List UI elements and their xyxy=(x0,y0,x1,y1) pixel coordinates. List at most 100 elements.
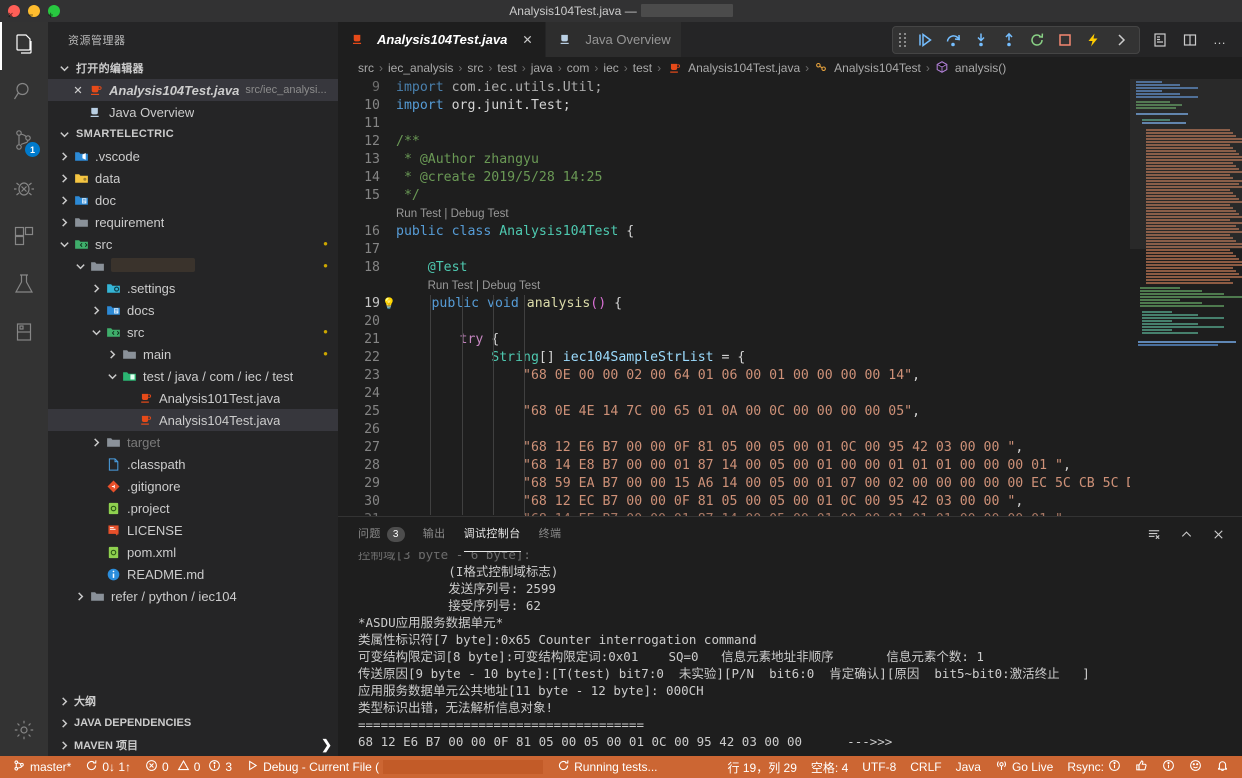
minimap-slider[interactable] xyxy=(1130,79,1242,249)
status-bar-right[interactable]: 行 19，列 29 空格: 4 UTF-8 CRLF Java Go Live … xyxy=(721,756,1236,778)
status-problems[interactable]: 0 0 3 xyxy=(138,756,239,778)
tree-file-item[interactable]: README.md xyxy=(48,563,338,585)
status-debug-target[interactable]: Debug - Current File ( xyxy=(239,756,550,778)
tree-folder-item[interactable]: main ● xyxy=(48,343,338,365)
code-lens[interactable]: Run Test | Debug Test xyxy=(338,205,1130,223)
close-panel-icon[interactable] xyxy=(1204,521,1232,549)
code-line[interactable]: 24 xyxy=(338,385,1130,403)
tree-file-item[interactable]: pom.xml xyxy=(48,541,338,563)
clear-console-icon[interactable] xyxy=(1140,521,1168,549)
minimap[interactable] xyxy=(1130,79,1242,516)
code-lens[interactable]: Run Test | Debug Test xyxy=(338,277,1130,295)
debug-test-link[interactable]: Debug Test xyxy=(482,280,540,292)
tree-file-item[interactable]: Analysis104Test.java xyxy=(48,409,338,431)
status-branch[interactable]: master* xyxy=(6,756,78,778)
status-go-live[interactable]: Go Live xyxy=(988,756,1060,778)
step-over-icon[interactable] xyxy=(941,28,965,52)
tree-folder-item[interactable]: src ● xyxy=(48,233,338,255)
status-bar[interactable]: master* 0↓ 1↑ 0 0 3 Debug - Current File… xyxy=(0,756,1242,778)
breadcrumb[interactable]: src › iec_analysis › src › test › java › com › iec › t… xyxy=(338,57,1242,79)
tree-folder-item[interactable]: refer / python / iec104 xyxy=(48,585,338,607)
open-editor-java-overview[interactable]: Java Overview xyxy=(48,101,338,123)
open-editor-analysis104test[interactable]: Analysis104Test.java src/iec_analysi... xyxy=(48,79,338,101)
tree-folder-item[interactable]: docs xyxy=(48,299,338,321)
code-editor[interactable]: 9 import com.iec.utils.Util; 10 import org.… xyxy=(338,79,1242,516)
tree-file-item[interactable]: .project xyxy=(48,497,338,519)
tree-folder-item[interactable]: doc xyxy=(48,189,338,211)
breadcrumb-item[interactable]: test xyxy=(633,61,652,75)
activity-item-source-control[interactable]: 1 xyxy=(0,118,48,166)
window-controls[interactable]: × − + xyxy=(0,5,60,20)
tab-analysis104test[interactable]: Analysis104Test.java xyxy=(338,22,547,57)
tree-folder-item[interactable]: target xyxy=(48,431,338,453)
breadcrumb-item[interactable]: Analysis104Test.java xyxy=(666,60,800,76)
status-running-tests[interactable]: Running tests... xyxy=(550,756,664,778)
status-eol[interactable]: CRLF xyxy=(903,756,948,778)
breadcrumb-item[interactable]: src xyxy=(467,61,483,75)
code-line[interactable]: 23 "68 0E 00 00 02 00 64 01 06 00 01 00 … xyxy=(338,367,1130,385)
drag-handle-icon[interactable] xyxy=(899,32,907,47)
debug-test-link[interactable]: Debug Test xyxy=(451,208,509,220)
editor-tabs[interactable]: Analysis104Test.java Java Overview … xyxy=(338,22,1242,57)
status-feedback[interactable] xyxy=(1182,756,1209,778)
status-notifications[interactable] xyxy=(1209,756,1236,778)
code-line[interactable]: 16 public class Analysis104Test { xyxy=(338,223,1130,241)
status-rsync[interactable]: Rsync: xyxy=(1060,756,1128,778)
stop-icon[interactable] xyxy=(1053,28,1077,52)
sidebar-item-maven[interactable]: MAVEN 项目 ❯ xyxy=(48,734,338,756)
continue-icon[interactable] xyxy=(913,28,937,52)
tree-folder-item[interactable]: .vscode xyxy=(48,145,338,167)
panel-tab-terminal[interactable]: 终端 xyxy=(539,517,562,552)
open-changes-icon[interactable] xyxy=(1146,26,1174,54)
code-line[interactable]: 15 */ xyxy=(338,187,1130,205)
code-line[interactable]: 29 "68 59 EA B7 00 00 15 A6 14 00 05 00 … xyxy=(338,475,1130,493)
tree-folder-item[interactable]: .settings xyxy=(48,277,338,299)
breadcrumb-item[interactable]: iec xyxy=(603,61,618,75)
status-encoding[interactable]: UTF-8 xyxy=(855,756,903,778)
tree-folder-item[interactable]: ● xyxy=(48,255,338,277)
hot-reload-icon[interactable] xyxy=(1081,28,1105,52)
activity-item-run-and-debug[interactable] xyxy=(0,166,48,214)
tree-file-item[interactable]: Analysis101Test.java xyxy=(48,387,338,409)
maximize-panel-icon[interactable] xyxy=(1172,521,1200,549)
code-pane[interactable]: 9 import com.iec.utils.Util; 10 import org.… xyxy=(338,79,1130,516)
more-actions-icon[interactable]: … xyxy=(1206,26,1234,54)
status-info[interactable] xyxy=(1155,756,1182,778)
step-into-icon[interactable] xyxy=(969,28,993,52)
code-line[interactable]: 22 String[] iec104SampleStrList = { xyxy=(338,349,1130,367)
close-icon[interactable] xyxy=(519,34,535,45)
panel-actions[interactable] xyxy=(1140,521,1242,549)
code-line[interactable]: 17 xyxy=(338,241,1130,259)
minimize-window-button[interactable]: − xyxy=(28,5,40,20)
debug-toolbar[interactable] xyxy=(892,25,1140,54)
step-out-icon[interactable] xyxy=(997,28,1021,52)
section-smartelectric[interactable]: SMARTELECTRIC xyxy=(48,123,338,145)
status-thumbs-up[interactable] xyxy=(1128,756,1155,778)
code-line[interactable]: 26 xyxy=(338,421,1130,439)
breadcrumb-item[interactable]: Analysis104Test xyxy=(814,60,921,77)
tab-java-overview[interactable]: Java Overview xyxy=(546,22,682,57)
panel-tab-output[interactable]: 输出 xyxy=(423,517,446,552)
debug-console-output[interactable]: 控制域[3 byte - 6 byte]: (I格式控制域标志) 发送序列号: … xyxy=(338,552,1242,756)
code-line[interactable]: 19 💡 public void analysis() { xyxy=(338,295,1130,313)
activity-bar[interactable]: 1 xyxy=(0,22,48,756)
overflow-icon[interactable] xyxy=(1109,28,1133,52)
split-editor-icon[interactable] xyxy=(1176,26,1204,54)
sidebar-resize-handle-icon[interactable]: ❯ xyxy=(321,737,338,753)
lightbulb-icon[interactable]: 💡 xyxy=(382,297,396,310)
activity-item-java-projects[interactable] xyxy=(0,310,48,358)
status-sync[interactable]: 0↓ 1↑ xyxy=(78,756,138,778)
breadcrumb-item[interactable]: analysis() xyxy=(935,60,1006,77)
breadcrumb-item[interactable]: iec_analysis xyxy=(388,61,453,75)
section-open-editors[interactable]: 打开的编辑器 xyxy=(48,57,338,79)
breadcrumb-item[interactable]: src xyxy=(358,61,374,75)
code-line[interactable]: 10 import org.junit.Test; xyxy=(338,97,1130,115)
code-line[interactable]: 18 @Test xyxy=(338,259,1130,277)
tree-file-item[interactable]: .classpath xyxy=(48,453,338,475)
breadcrumb-item[interactable]: test xyxy=(497,61,516,75)
code-line[interactable]: 31 "68 14 EE B7 00 00 01 87 14 00 05 00 … xyxy=(338,511,1130,516)
status-indentation[interactable]: 空格: 4 xyxy=(804,756,855,778)
close-icon[interactable] xyxy=(70,85,86,95)
code-line[interactable]: 12 /** xyxy=(338,133,1130,151)
code-line[interactable]: 20 xyxy=(338,313,1130,331)
